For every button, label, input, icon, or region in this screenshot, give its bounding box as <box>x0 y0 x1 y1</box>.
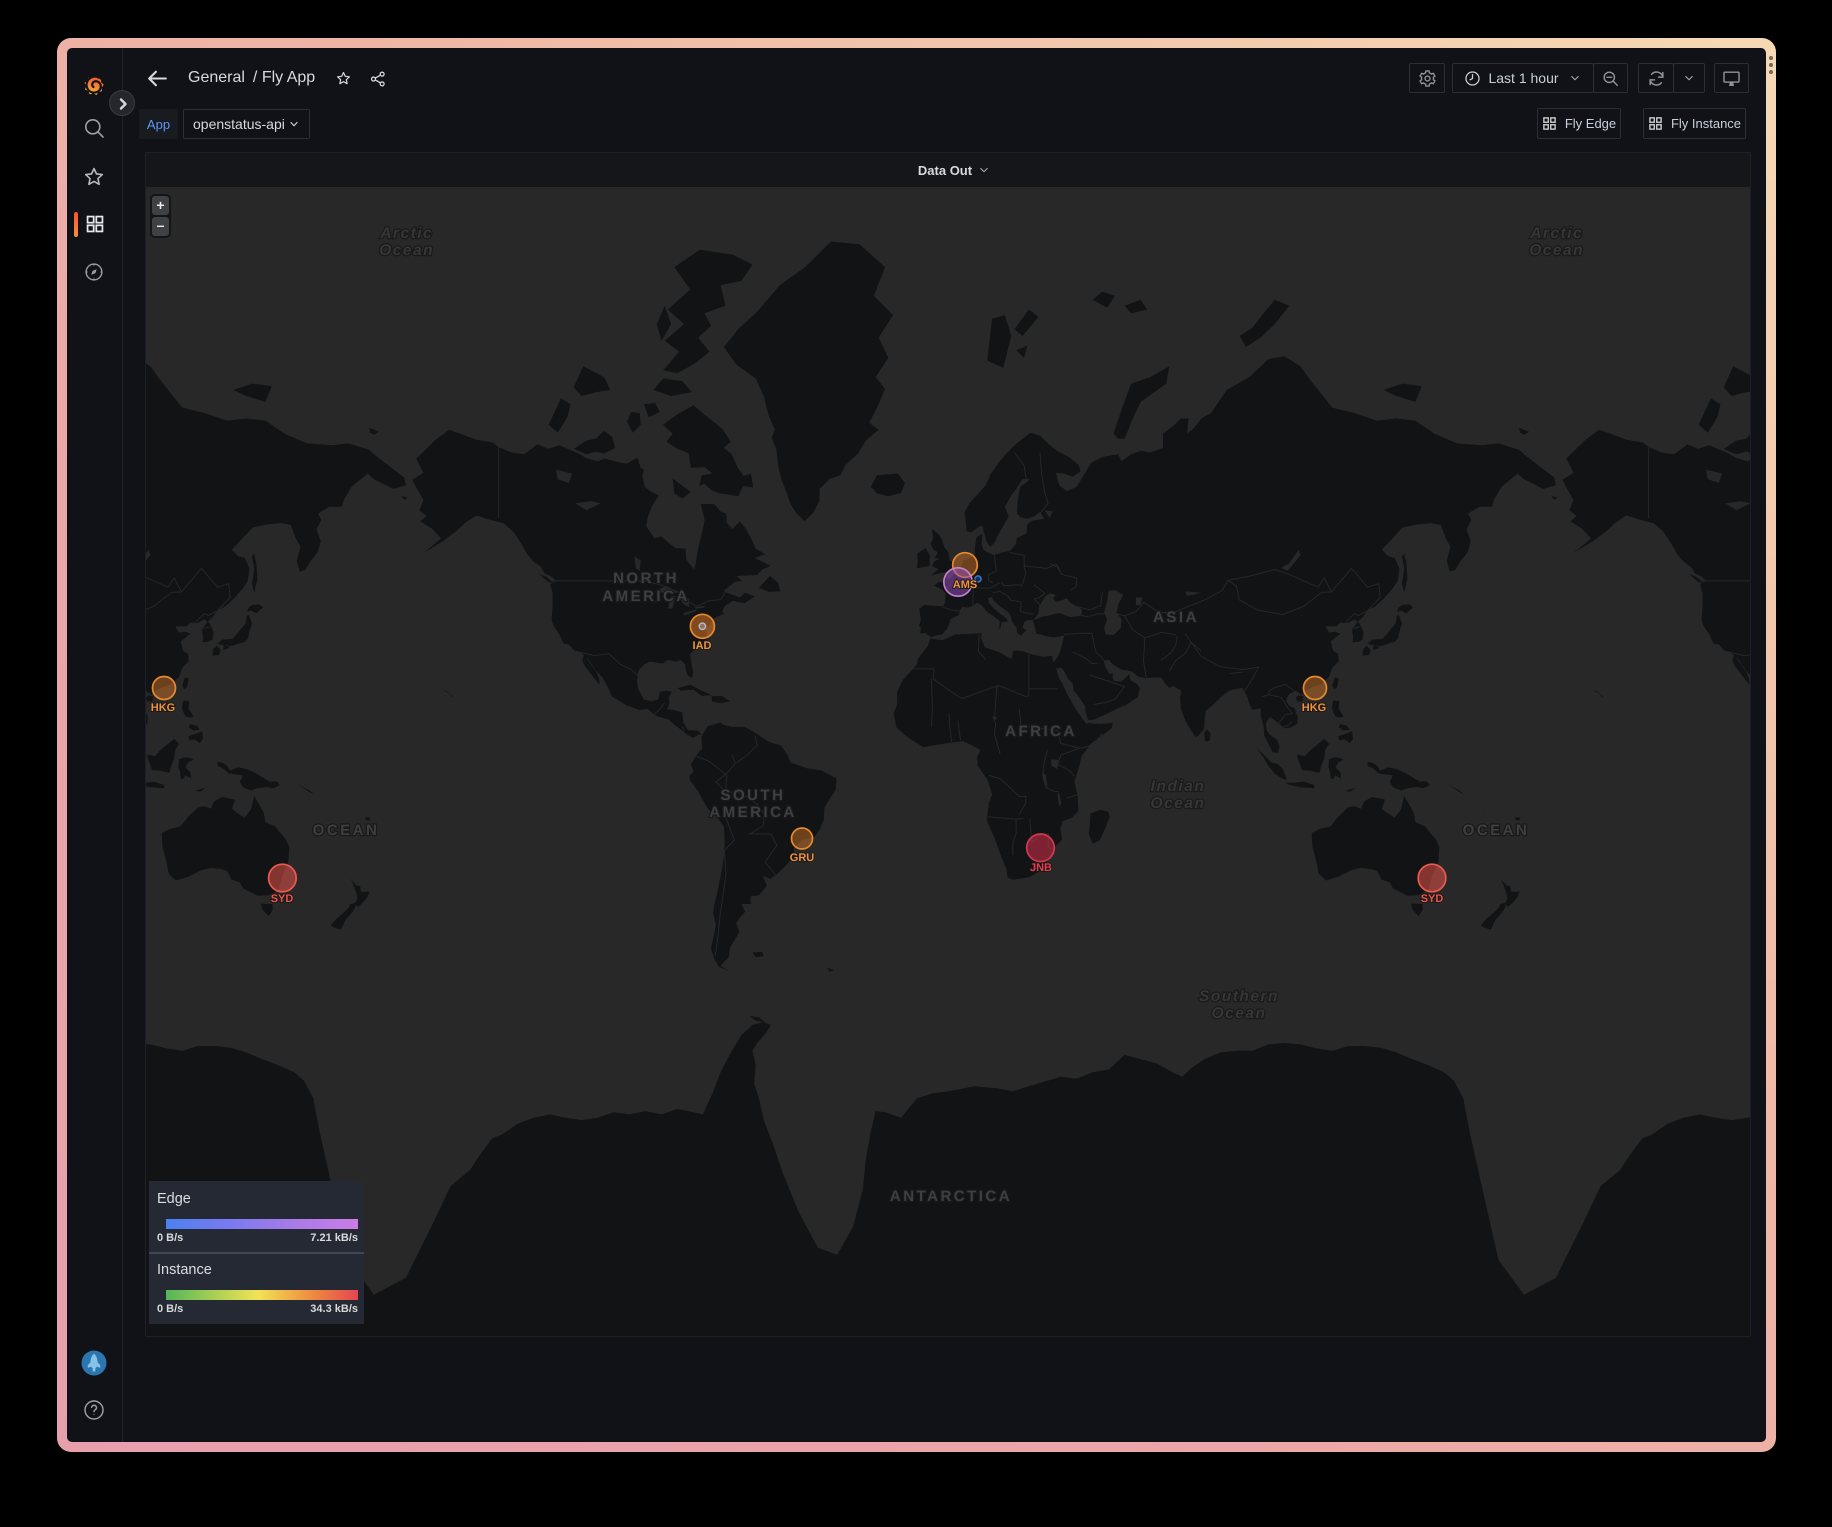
svg-text:GRU: GRU <box>790 852 815 864</box>
svg-text:IAD: IAD <box>693 640 712 652</box>
svg-text:AMS: AMS <box>953 579 977 591</box>
svg-text:HKG: HKG <box>1302 702 1326 714</box>
svg-text:JNB: JNB <box>1030 862 1052 874</box>
svg-text:SYD: SYD <box>1421 893 1444 905</box>
svg-text:SYD: SYD <box>271 893 294 905</box>
svg-text:HKG: HKG <box>151 702 175 714</box>
